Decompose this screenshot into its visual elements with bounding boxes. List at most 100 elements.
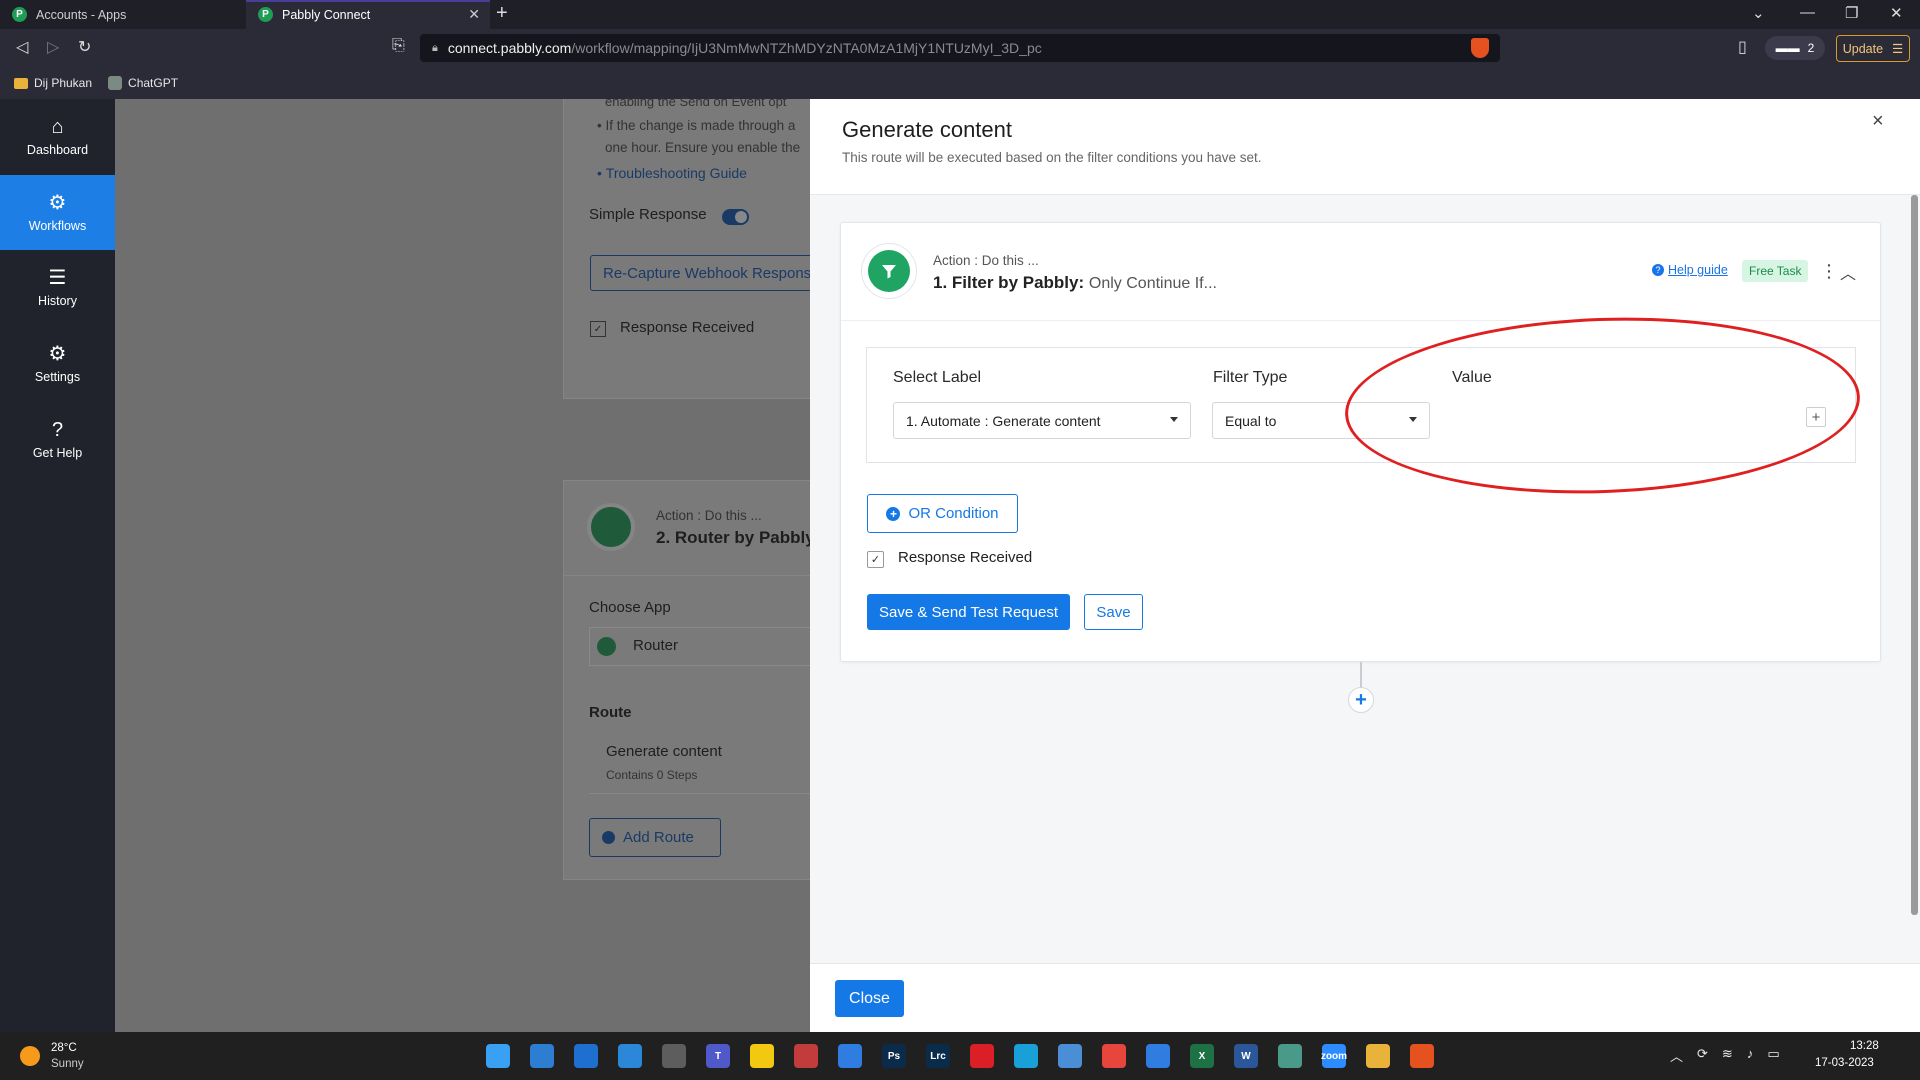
- close-icon[interactable]: ×: [1872, 110, 1884, 133]
- calculator-icon[interactable]: [662, 1044, 686, 1068]
- brave-shield-icon[interactable]: [1471, 38, 1489, 58]
- bookmark-label: Dij Phukan: [34, 76, 93, 90]
- sidebar-item-label: History: [38, 293, 77, 308]
- recapture-webhook-button[interactable]: Re-Capture Webhook Respons: [590, 255, 820, 291]
- minimize-button[interactable]: —: [1800, 4, 1815, 21]
- sidebar-item-label: Dashboard: [26, 142, 89, 157]
- update-button[interactable]: Update ☰: [1836, 35, 1910, 62]
- task-view-icon[interactable]: [530, 1044, 554, 1068]
- settings-icon: ⚙: [48, 342, 67, 365]
- divider: [589, 793, 813, 794]
- sidebar-item-label: Get Help: [32, 445, 83, 460]
- new-tab-button[interactable]: +: [496, 2, 508, 25]
- tab-pabbly-connect[interactable]: P Pabbly Connect ✕: [246, 0, 490, 29]
- forward-icon[interactable]: ▷: [47, 37, 59, 57]
- close-window-button[interactable]: ✕: [1890, 4, 1903, 22]
- response-received-toggle-icon[interactable]: ✓: [867, 551, 884, 568]
- filter-app-icon-wrap: [861, 243, 917, 299]
- mail-icon[interactable]: [1146, 1044, 1170, 1068]
- sidebar-item-history[interactable]: ☰ History: [0, 250, 115, 325]
- troubleshooting-guide-link[interactable]: • Troubleshooting Guide: [597, 165, 747, 181]
- add-route-button[interactable]: Add Route: [589, 818, 721, 857]
- tab-accounts-apps[interactable]: P Accounts - Apps: [0, 0, 244, 29]
- choose-app-select[interactable]: [589, 627, 813, 666]
- sidebar-item-get-help[interactable]: ? Get Help: [0, 402, 115, 477]
- word-icon[interactable]: W: [1234, 1044, 1258, 1068]
- or-condition-button[interactable]: + OR Condition: [867, 494, 1018, 533]
- chrome-icon[interactable]: [1102, 1044, 1126, 1068]
- brave-rewards-button[interactable]: ▬▬ 2: [1765, 36, 1825, 60]
- route-name[interactable]: Generate content: [606, 743, 722, 760]
- snipping-icon[interactable]: [794, 1044, 818, 1068]
- back-icon[interactable]: ◁: [16, 37, 28, 57]
- bg-text-line: one hour. Ensure you enable the: [605, 140, 801, 155]
- sidebar-item-workflows[interactable]: ⚙ Workflows: [0, 175, 115, 250]
- modal-title: Generate content: [842, 117, 1013, 142]
- close-button[interactable]: Close: [835, 980, 904, 1017]
- sun-icon[interactable]: [20, 1046, 40, 1066]
- select-label-heading: Select Label: [893, 369, 982, 386]
- file-explorer-icon[interactable]: [1366, 1044, 1390, 1068]
- weather-temp[interactable]: 28°C: [51, 1042, 77, 1054]
- brave-icon[interactable]: [1410, 1044, 1434, 1068]
- photoshop-icon[interactable]: Ps: [882, 1044, 906, 1068]
- sidebar-item-label: Workflows: [28, 218, 87, 233]
- menu-icon: ☰: [1892, 42, 1904, 56]
- windows-start-icon[interactable]: [486, 1044, 510, 1068]
- select-label-value: 1. Automate : Generate content: [906, 412, 1101, 429]
- edge-icon[interactable]: [1014, 1044, 1038, 1068]
- sticky-notes-icon[interactable]: [750, 1044, 774, 1068]
- help-guide-link[interactable]: ? Help guide: [1652, 263, 1728, 277]
- address-bar[interactable]: 🔒︎ connect.pabbly.com /workflow/mapping/…: [420, 34, 1500, 62]
- close-tab-icon[interactable]: ✕: [468, 6, 480, 23]
- response-received-toggle-icon[interactable]: ✓: [590, 321, 606, 337]
- rewards-count: 2: [1807, 41, 1815, 55]
- reload-icon[interactable]: ↻: [78, 37, 91, 57]
- clock-date[interactable]: 17-03-2023: [1815, 1057, 1874, 1069]
- store-icon[interactable]: [618, 1044, 642, 1068]
- bookmark-chatgpt[interactable]: ChatGPT: [108, 76, 178, 90]
- choose-app-label: Choose App: [589, 599, 671, 616]
- sidebar-item-settings[interactable]: ⚙ Settings: [0, 326, 115, 401]
- simple-response-toggle[interactable]: [722, 209, 749, 225]
- save-button[interactable]: Save: [1084, 594, 1143, 630]
- notepad-icon[interactable]: [1058, 1044, 1082, 1068]
- url-path: /workflow/mapping/IjU3NmMwNTZhMDYzNTA0Mz…: [571, 40, 1042, 56]
- chevron-up-icon[interactable]: ︿: [1670, 1046, 1683, 1065]
- bookmark-icon[interactable]: ⎘: [392, 37, 405, 55]
- battery-icon[interactable]: ▭: [1767, 1046, 1779, 1065]
- tab-title: Accounts - Apps: [36, 7, 127, 22]
- chevron-up-icon[interactable]: ︿: [1840, 260, 1856, 284]
- sync-icon[interactable]: ⟳: [1697, 1046, 1708, 1065]
- zoom-icon[interactable]: zoom: [1321, 1044, 1347, 1068]
- tab-search-icon[interactable]: ⌄: [1752, 4, 1765, 22]
- filter-type-value: Equal to: [1225, 412, 1277, 429]
- volume-icon[interactable]: ♪: [1747, 1046, 1754, 1065]
- save-send-test-button[interactable]: Save & Send Test Request: [867, 594, 1070, 630]
- bookmark-dij-phukan[interactable]: Dij Phukan: [14, 76, 92, 90]
- select-label-dropdown[interactable]: 1. Automate : Generate content: [893, 402, 1191, 439]
- divider: [563, 575, 813, 576]
- sidebar-toggle-icon[interactable]: ▯: [1738, 37, 1747, 57]
- weather-desc[interactable]: Sunny: [51, 1058, 84, 1070]
- pabbly-favicon: P: [258, 7, 273, 22]
- widgets-icon[interactable]: [574, 1044, 598, 1068]
- lightroom-icon[interactable]: Lrc: [926, 1044, 950, 1068]
- router-app-icon: [597, 637, 616, 656]
- creative-cloud-icon[interactable]: [970, 1044, 994, 1068]
- router-icon: [587, 503, 635, 551]
- help-guide-label: Help guide: [1668, 263, 1728, 277]
- maximize-button[interactable]: ❐: [1845, 4, 1858, 22]
- add-step-button[interactable]: +: [1348, 687, 1374, 713]
- teams-icon[interactable]: T: [706, 1044, 730, 1068]
- sidebar-item-label: Settings: [34, 369, 81, 384]
- more-options-icon[interactable]: ⋮: [1820, 261, 1838, 282]
- sidebar-item-dashboard[interactable]: ⌂ Dashboard: [0, 99, 115, 174]
- plus-circle-icon: +: [886, 506, 901, 521]
- modal-scrollbar[interactable]: [1911, 195, 1918, 915]
- clock-time[interactable]: 13:28: [1850, 1040, 1879, 1052]
- excel-icon[interactable]: X: [1190, 1044, 1214, 1068]
- todo-icon[interactable]: [838, 1044, 862, 1068]
- wifi-icon[interactable]: ≋: [1722, 1046, 1733, 1065]
- maps-icon[interactable]: [1278, 1044, 1302, 1068]
